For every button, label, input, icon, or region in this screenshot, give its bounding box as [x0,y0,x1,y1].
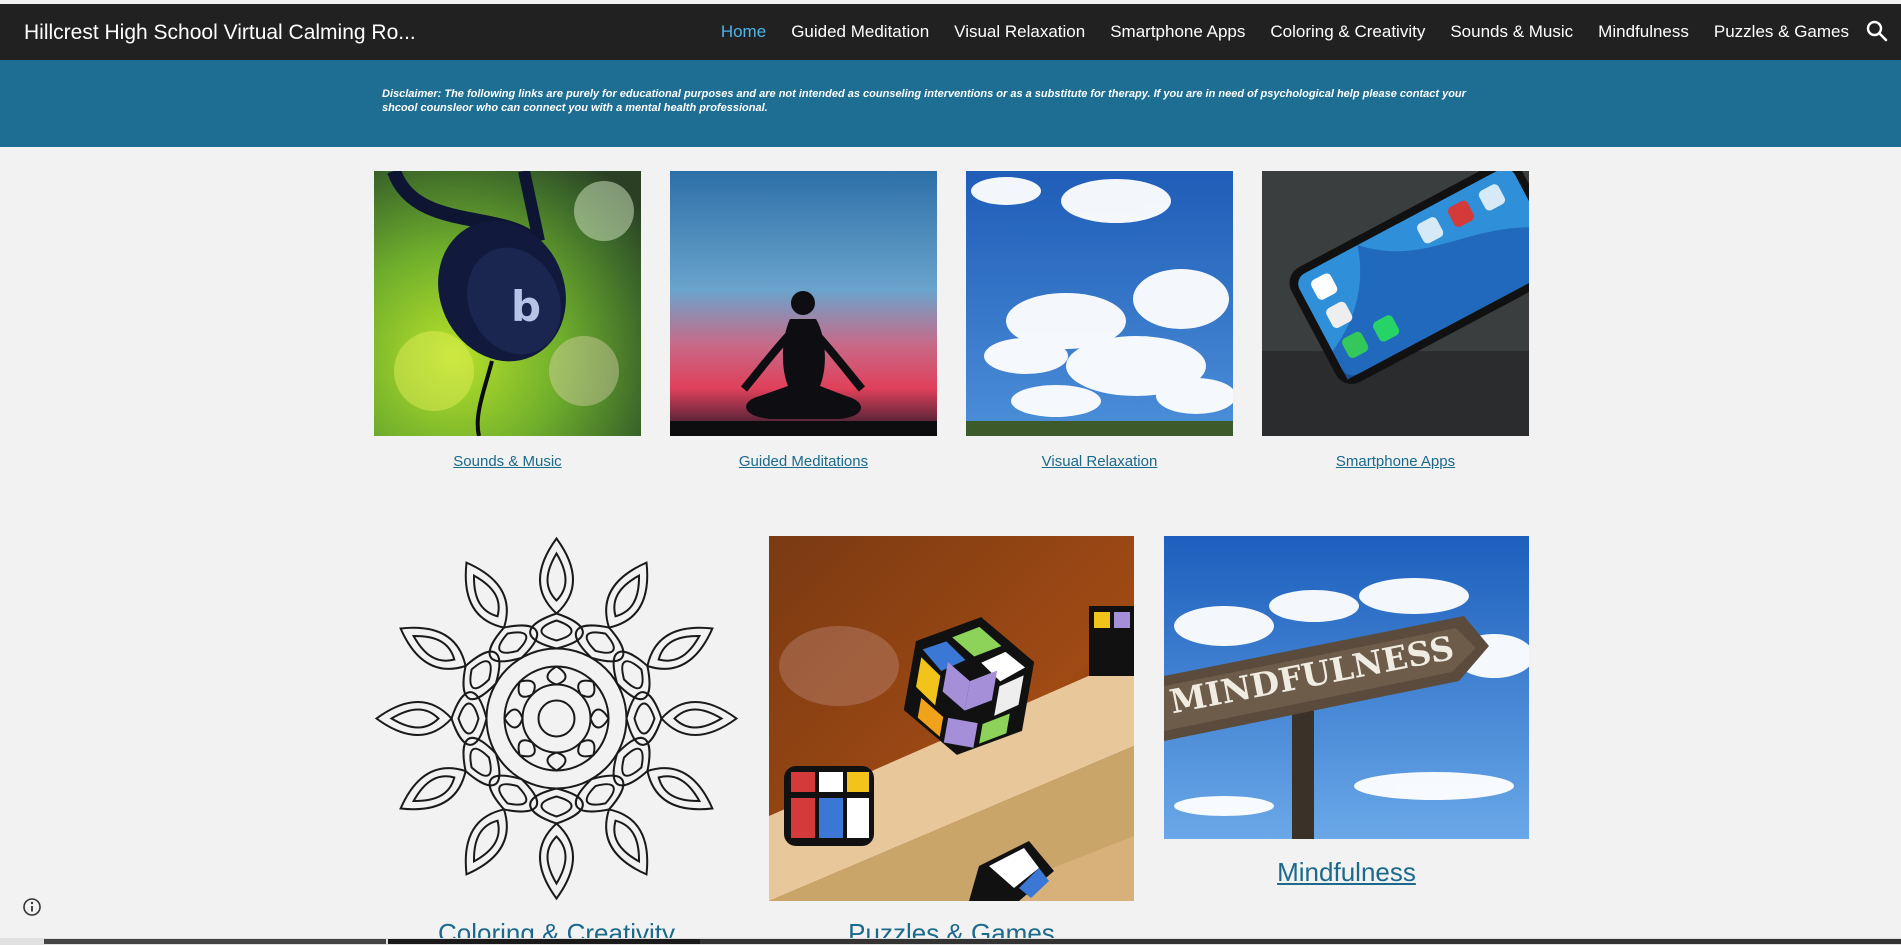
smartphone-apps-link[interactable]: Smartphone Apps [1262,453,1529,470]
nav-item-visual-relaxation[interactable]: Visual Relaxation [954,22,1085,42]
top-navigation-bar: Hillcrest High School Virtual Calming Ro… [0,4,1901,60]
horizontal-scrollbar[interactable] [0,938,1901,945]
nav-item-guided-meditation[interactable]: Guided Meditation [791,22,929,42]
guided-meditations-link[interactable]: Guided Meditations [670,453,937,470]
disclaimer-text: Disclaimer: The following links are pure… [382,88,1466,114]
sounds-music-link[interactable]: Sounds & Music [374,453,641,470]
nav-item-coloring-creativity[interactable]: Coloring & Creativity [1270,22,1425,42]
scroll-segment [388,939,700,944]
mindfulness-sign-image[interactable]: MINDFULNESS [1164,536,1529,839]
disclaimer-banner: Disclaimer: The following links are pure… [0,60,1901,147]
mindfulness-link[interactable]: Mindfulness [1164,857,1529,888]
nav-item-home[interactable]: Home [721,22,766,42]
nav-item-sounds-music[interactable]: Sounds & Music [1450,22,1573,42]
visual-relaxation-link[interactable]: Visual Relaxation [966,453,1233,470]
nav-item-smartphone-apps[interactable]: Smartphone Apps [1110,22,1245,42]
main-nav: Home Guided Meditation Visual Relaxation… [696,4,1849,60]
scroll-segment [44,939,386,944]
scroll-segment [700,939,1901,944]
meditation-silhouette-image[interactable] [670,171,937,436]
search-icon[interactable] [1865,19,1889,43]
beats-logo-icon: b [511,282,541,331]
nav-item-puzzles-games[interactable]: Puzzles & Games [1714,22,1849,42]
nav-item-mindfulness[interactable]: Mindfulness [1598,22,1689,42]
mandala-coloring-image[interactable] [374,536,739,901]
puzzle-cubes-image[interactable] [769,536,1134,901]
site-title[interactable]: Hillcrest High School Virtual Calming Ro… [24,21,416,45]
smartphone-image[interactable] [1262,171,1529,436]
info-icon[interactable] [22,897,42,917]
headphones-image[interactable]: b [374,171,641,436]
clouds-sky-image[interactable] [966,171,1233,436]
